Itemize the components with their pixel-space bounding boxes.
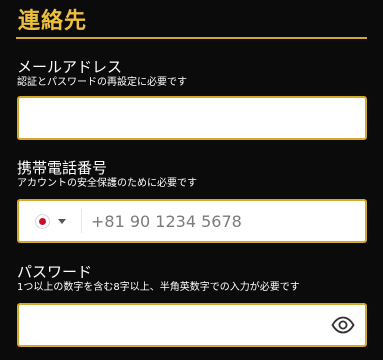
phone-field[interactable] xyxy=(81,201,365,241)
eye-icon xyxy=(331,316,355,334)
password-field-container xyxy=(17,303,367,347)
chevron-down-icon xyxy=(58,218,66,224)
contact-section: 連絡先 メールアドレス 認証とパスワードの再設定に必要です 携帯電話番号 アカウ… xyxy=(0,0,383,360)
phone-hint: アカウントの安全保護のために必要です xyxy=(17,178,197,189)
phone-label: 携帯電話番号 xyxy=(17,159,108,177)
password-field[interactable] xyxy=(19,305,319,345)
section-title: 連絡先 xyxy=(18,9,88,34)
show-password-toggle[interactable] xyxy=(331,315,355,335)
password-label: パスワード xyxy=(17,263,93,281)
password-hint: 1つ以上の数字を含む8字以上、半角英数字での入力が必要です xyxy=(17,282,300,293)
email-label: メールアドレス xyxy=(17,58,123,76)
title-divider xyxy=(16,37,367,39)
email-hint: 認証とパスワードの再設定に必要です xyxy=(17,77,187,88)
country-code-select[interactable] xyxy=(19,201,81,241)
flag-sun xyxy=(39,217,46,225)
email-field-container xyxy=(17,96,367,140)
japan-flag-icon xyxy=(35,213,50,229)
phone-field-container xyxy=(17,199,367,243)
email-field[interactable] xyxy=(19,98,365,138)
